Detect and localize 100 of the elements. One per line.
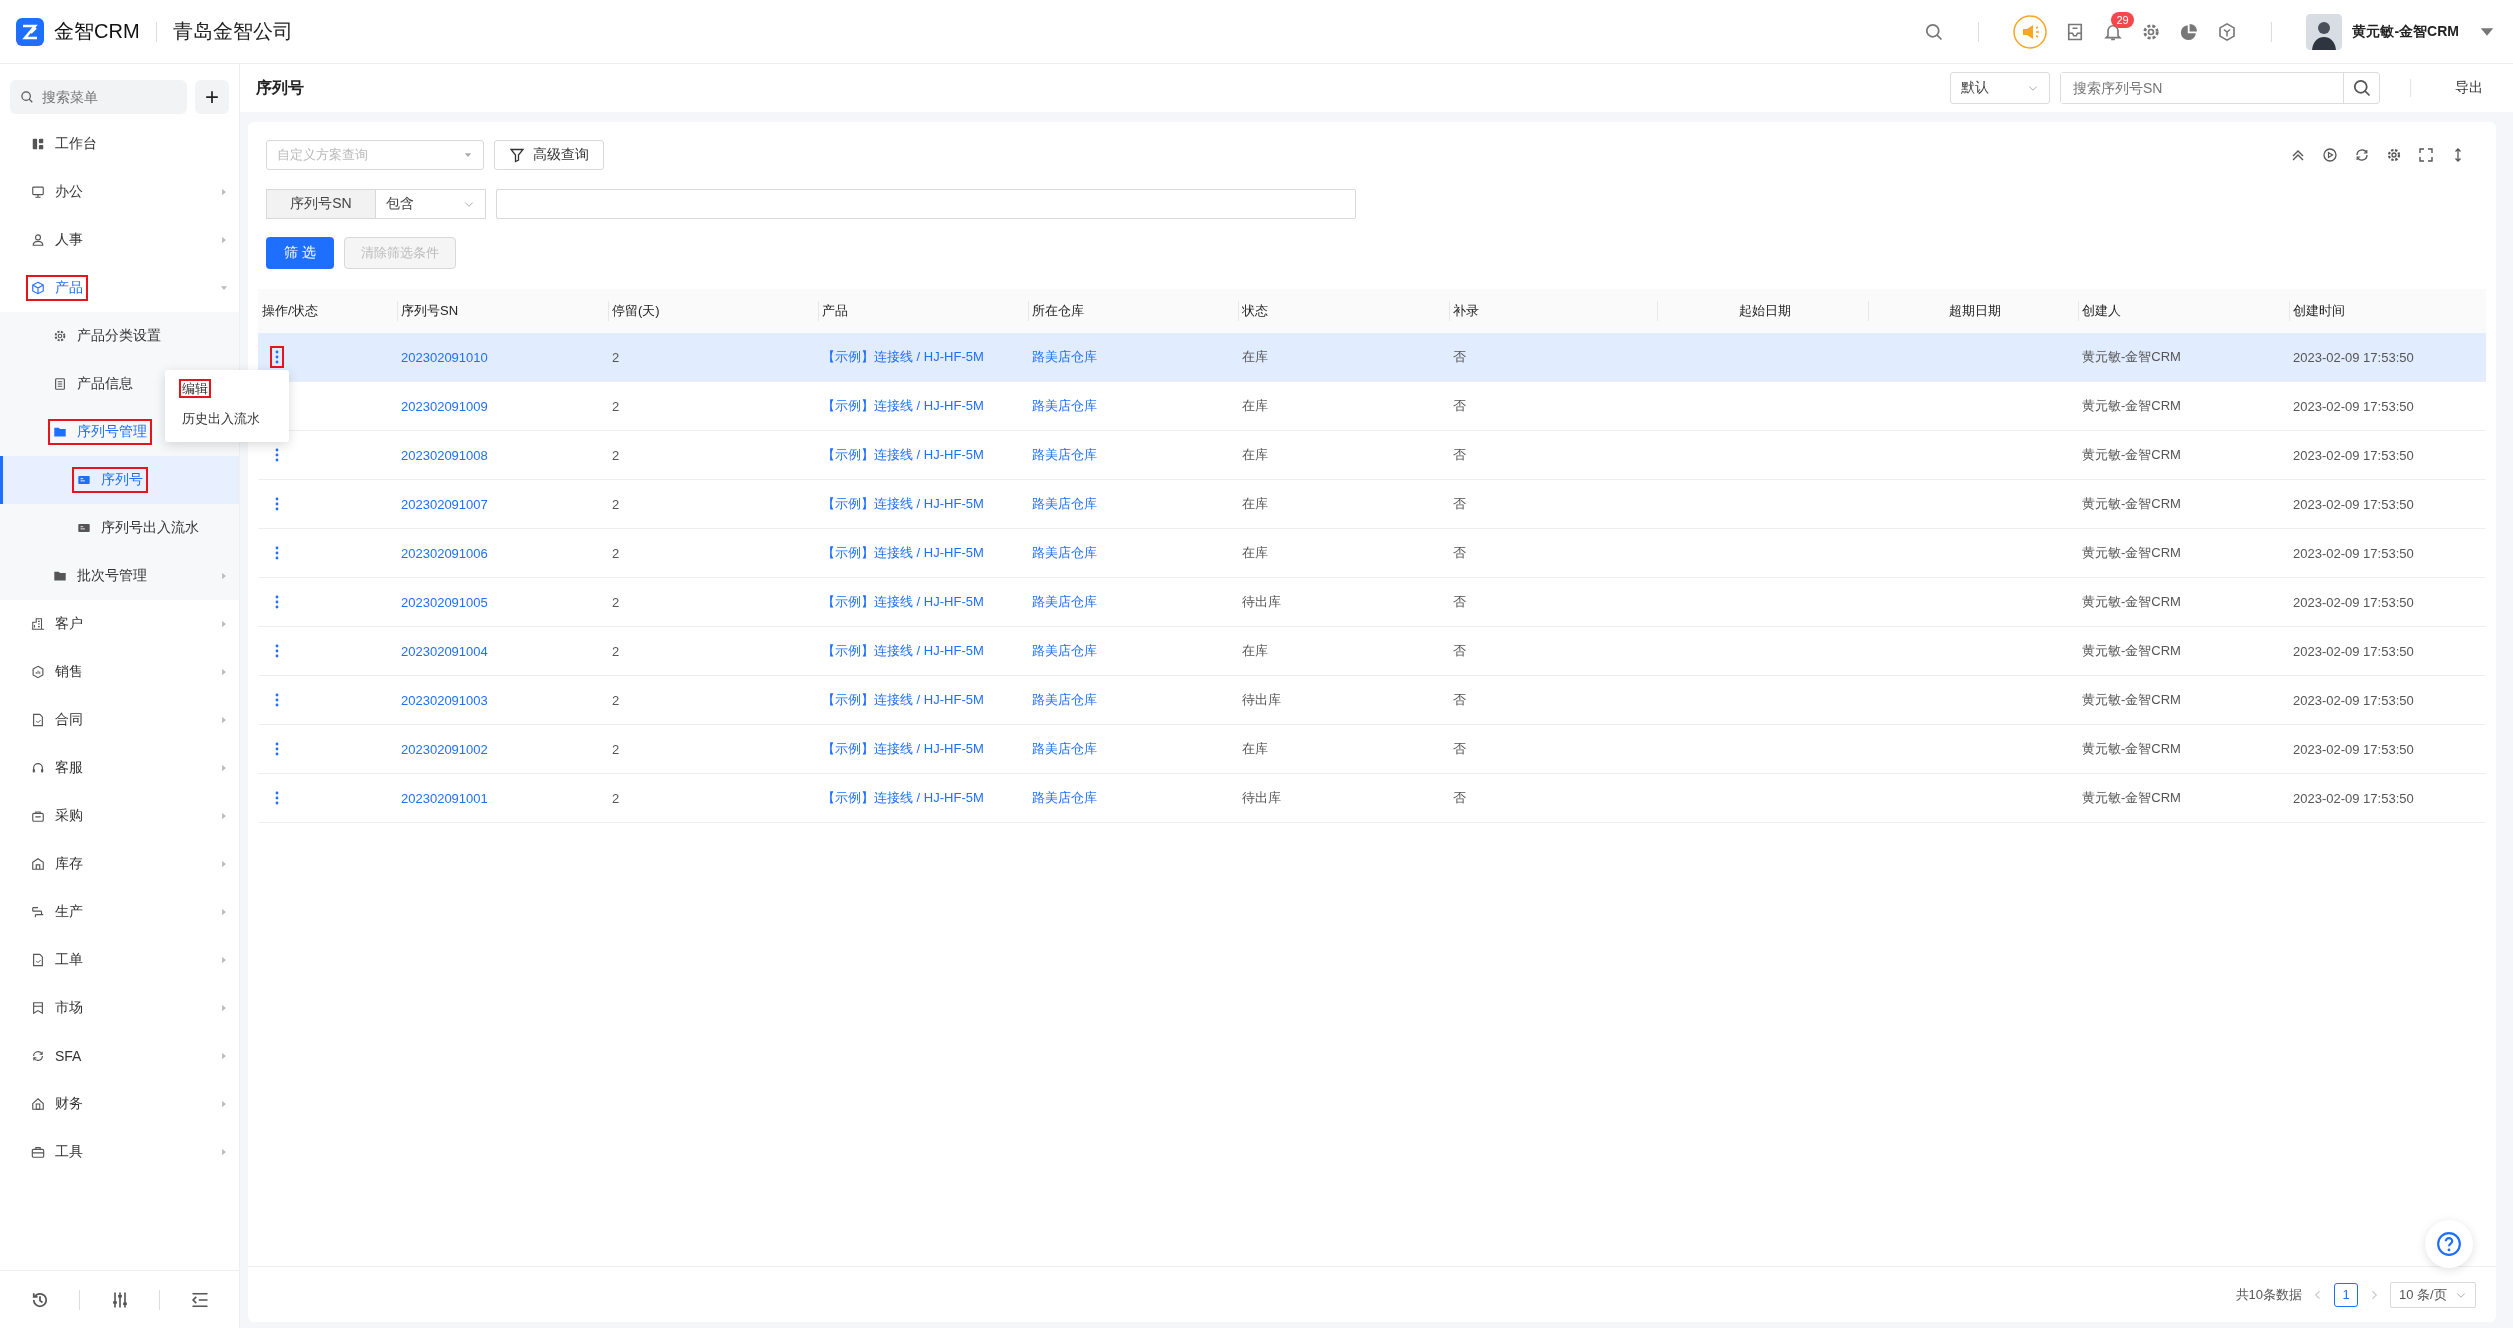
menu-label[interactable]: 工具 xyxy=(55,1143,83,1161)
menu-item[interactable]: 合同 xyxy=(0,696,239,744)
cube-icon[interactable] xyxy=(2217,21,2238,42)
menu-label[interactable]: 采购 xyxy=(55,807,83,825)
menu-item[interactable]: 批次号管理 xyxy=(0,552,239,600)
product-link[interactable]: 【示例】连接线 / HJ-HF-5M xyxy=(822,593,984,611)
menu-label[interactable]: 合同 xyxy=(55,711,83,729)
menu-item[interactable]: 库存 xyxy=(0,840,239,888)
page-size-select[interactable]: 10 条/页 xyxy=(2390,1281,2476,1308)
menu-label[interactable]: 办公 xyxy=(55,183,83,201)
fullscreen-icon[interactable] xyxy=(2418,147,2434,163)
menu-label[interactable]: 人事 xyxy=(55,231,83,249)
serial-number-link[interactable]: 202302091010 xyxy=(401,349,488,365)
filter-button[interactable]: 筛 选 xyxy=(266,237,334,269)
more-icon[interactable] xyxy=(275,742,279,756)
operator-select[interactable]: 包含 xyxy=(376,189,486,219)
table-row[interactable]: 202302091002 2 【示例】连接线 / HJ-HF-5M 路美店仓库 在库 否 黄元敏-金智CRM 2023-02-09 17:53:50 xyxy=(258,725,2486,774)
more-icon[interactable] xyxy=(275,448,279,462)
serial-number-link[interactable]: 202302091002 xyxy=(401,741,488,757)
warehouse-link[interactable]: 路美店仓库 xyxy=(1032,740,1097,758)
warehouse-link[interactable]: 路美店仓库 xyxy=(1032,642,1097,660)
product-link[interactable]: 【示例】连接线 / HJ-HF-5M xyxy=(822,740,984,758)
table-row[interactable]: 202302091007 2 【示例】连接线 / HJ-HF-5M 路美店仓库 在库 否 黄元敏-金智CRM 2023-02-09 17:53:50 xyxy=(258,480,2486,529)
more-icon[interactable] xyxy=(275,497,279,511)
menu-item[interactable]: 序列号 xyxy=(0,456,239,504)
product-link[interactable]: 【示例】连接线 / HJ-HF-5M xyxy=(822,544,984,562)
menu-label[interactable]: SFA xyxy=(55,1048,82,1064)
pie-chart-icon[interactable] xyxy=(2179,21,2200,42)
product-link[interactable]: 【示例】连接线 / HJ-HF-5M xyxy=(822,348,984,366)
refresh-icon[interactable] xyxy=(2354,147,2370,163)
menu-item[interactable]: 客服 xyxy=(0,744,239,792)
menu-item[interactable]: 工具 xyxy=(0,1128,239,1176)
menu-label[interactable]: 产品信息 xyxy=(77,375,133,393)
settings-icon[interactable] xyxy=(2386,147,2402,163)
menu-label[interactable]: 序列号 xyxy=(101,471,143,489)
avatar[interactable] xyxy=(2306,13,2343,50)
product-link[interactable]: 【示例】连接线 / HJ-HF-5M xyxy=(822,446,984,464)
menu-label[interactable]: 生产 xyxy=(55,903,83,921)
menu-label[interactable]: 财务 xyxy=(55,1095,83,1113)
menu-label[interactable]: 产品分类设置 xyxy=(77,327,161,345)
menu-item[interactable]: 客户 xyxy=(0,600,239,648)
menu-item[interactable]: 市场 xyxy=(0,984,239,1032)
menu-label[interactable]: 工作台 xyxy=(55,135,97,153)
more-icon[interactable] xyxy=(275,644,279,658)
menu-search-box[interactable]: 搜索菜单 xyxy=(10,80,187,114)
product-link[interactable]: 【示例】连接线 / HJ-HF-5M xyxy=(822,397,984,415)
menu-item[interactable]: SFA xyxy=(0,1032,239,1080)
menu-item[interactable]: 工作台 xyxy=(0,120,239,168)
serial-number-link[interactable]: 202302091008 xyxy=(401,447,488,463)
filter-value-field[interactable] xyxy=(496,189,1356,219)
table-row[interactable]: 202302091001 2 【示例】连接线 / HJ-HF-5M 路美店仓库 待出库 否 黄元敏-金智CRM 2023-02-09 17:53:50 xyxy=(258,774,2486,823)
more-icon[interactable] xyxy=(275,693,279,707)
warehouse-link[interactable]: 路美店仓库 xyxy=(1032,495,1097,513)
warehouse-link[interactable]: 路美店仓库 xyxy=(1032,348,1097,366)
add-button[interactable]: + xyxy=(195,80,229,114)
advanced-search-button[interactable]: 高级查询 xyxy=(494,140,604,170)
serial-number-link[interactable]: 202302091005 xyxy=(401,594,488,610)
menu-item[interactable]: 生产 xyxy=(0,888,239,936)
menu-item[interactable]: 办公 xyxy=(0,168,239,216)
table-row[interactable]: 202302091006 2 【示例】连接线 / HJ-HF-5M 路美店仓库 在库 否 黄元敏-金智CRM 2023-02-09 17:53:50 xyxy=(258,529,2486,578)
product-link[interactable]: 【示例】连接线 / HJ-HF-5M xyxy=(822,495,984,513)
user-name[interactable]: 黄元敏-金智CRM xyxy=(2352,22,2459,41)
menu-item[interactable]: 产品 xyxy=(0,264,239,312)
menu-search-field[interactable]: 搜索菜单 xyxy=(40,80,177,114)
product-link[interactable]: 【示例】连接线 / HJ-HF-5M xyxy=(822,789,984,807)
serial-number-link[interactable]: 202302091003 xyxy=(401,692,488,708)
more-icon[interactable] xyxy=(275,791,279,805)
serial-number-link[interactable]: 202302091001 xyxy=(401,790,488,806)
play-icon[interactable] xyxy=(2322,147,2338,163)
more-icon[interactable] xyxy=(275,350,279,364)
menu-item[interactable]: 财务 xyxy=(0,1080,239,1128)
serial-number-link[interactable]: 202302091009 xyxy=(401,398,488,414)
menu-label[interactable]: 销售 xyxy=(55,663,83,681)
menu-item[interactable]: 采购 xyxy=(0,792,239,840)
warehouse-link[interactable]: 路美店仓库 xyxy=(1032,691,1097,709)
warehouse-link[interactable]: 路美店仓库 xyxy=(1032,789,1097,807)
serial-number-link[interactable]: 202302091006 xyxy=(401,545,488,561)
menu-label[interactable]: 市场 xyxy=(55,999,83,1017)
search-box[interactable]: 搜索序列号SN xyxy=(2060,72,2380,104)
warehouse-link[interactable]: 路美店仓库 xyxy=(1032,397,1097,415)
menu-label[interactable]: 序列号管理 xyxy=(77,423,147,441)
table-row[interactable]: 202302091004 2 【示例】连接线 / HJ-HF-5M 路美店仓库 在库 否 黄元敏-金智CRM 2023-02-09 17:53:50 xyxy=(258,627,2486,676)
warehouse-link[interactable]: 路美店仓库 xyxy=(1032,544,1097,562)
menu-label[interactable]: 序列号出入流水 xyxy=(101,519,199,537)
menu-label[interactable]: 批次号管理 xyxy=(77,567,147,585)
search-icon[interactable] xyxy=(1924,21,1945,42)
menu-label[interactable]: 客户 xyxy=(55,615,83,633)
menu-item[interactable]: 产品分类设置 xyxy=(0,312,239,360)
warehouse-link[interactable]: 路美店仓库 xyxy=(1032,593,1097,611)
menu-label[interactable]: 产品 xyxy=(55,279,83,297)
menu-item[interactable]: 序列号出入流水 xyxy=(0,504,239,552)
page-button[interactable]: 1 xyxy=(2334,1282,2358,1307)
table-row[interactable]: 202302091003 2 【示例】连接线 / HJ-HF-5M 路美店仓库 待出库 否 黄元敏-金智CRM 2023-02-09 17:53:50 xyxy=(258,676,2486,725)
table-row[interactable]: 202302091010 2 【示例】连接线 / HJ-HF-5M 路美店仓库 在库 否 黄元敏-金智CRM 2023-02-09 17:53:50 xyxy=(258,333,2486,382)
more-icon[interactable] xyxy=(275,595,279,609)
export-button[interactable]: 导出 xyxy=(2451,75,2487,101)
table-row[interactable]: 202302091005 2 【示例】连接线 / HJ-HF-5M 路美店仓库 待出库 否 黄元敏-金智CRM 2023-02-09 17:53:50 xyxy=(258,578,2486,627)
menu-item[interactable]: 工单 xyxy=(0,936,239,984)
menu-item[interactable]: 人事 xyxy=(0,216,239,264)
more-icon[interactable] xyxy=(275,546,279,560)
